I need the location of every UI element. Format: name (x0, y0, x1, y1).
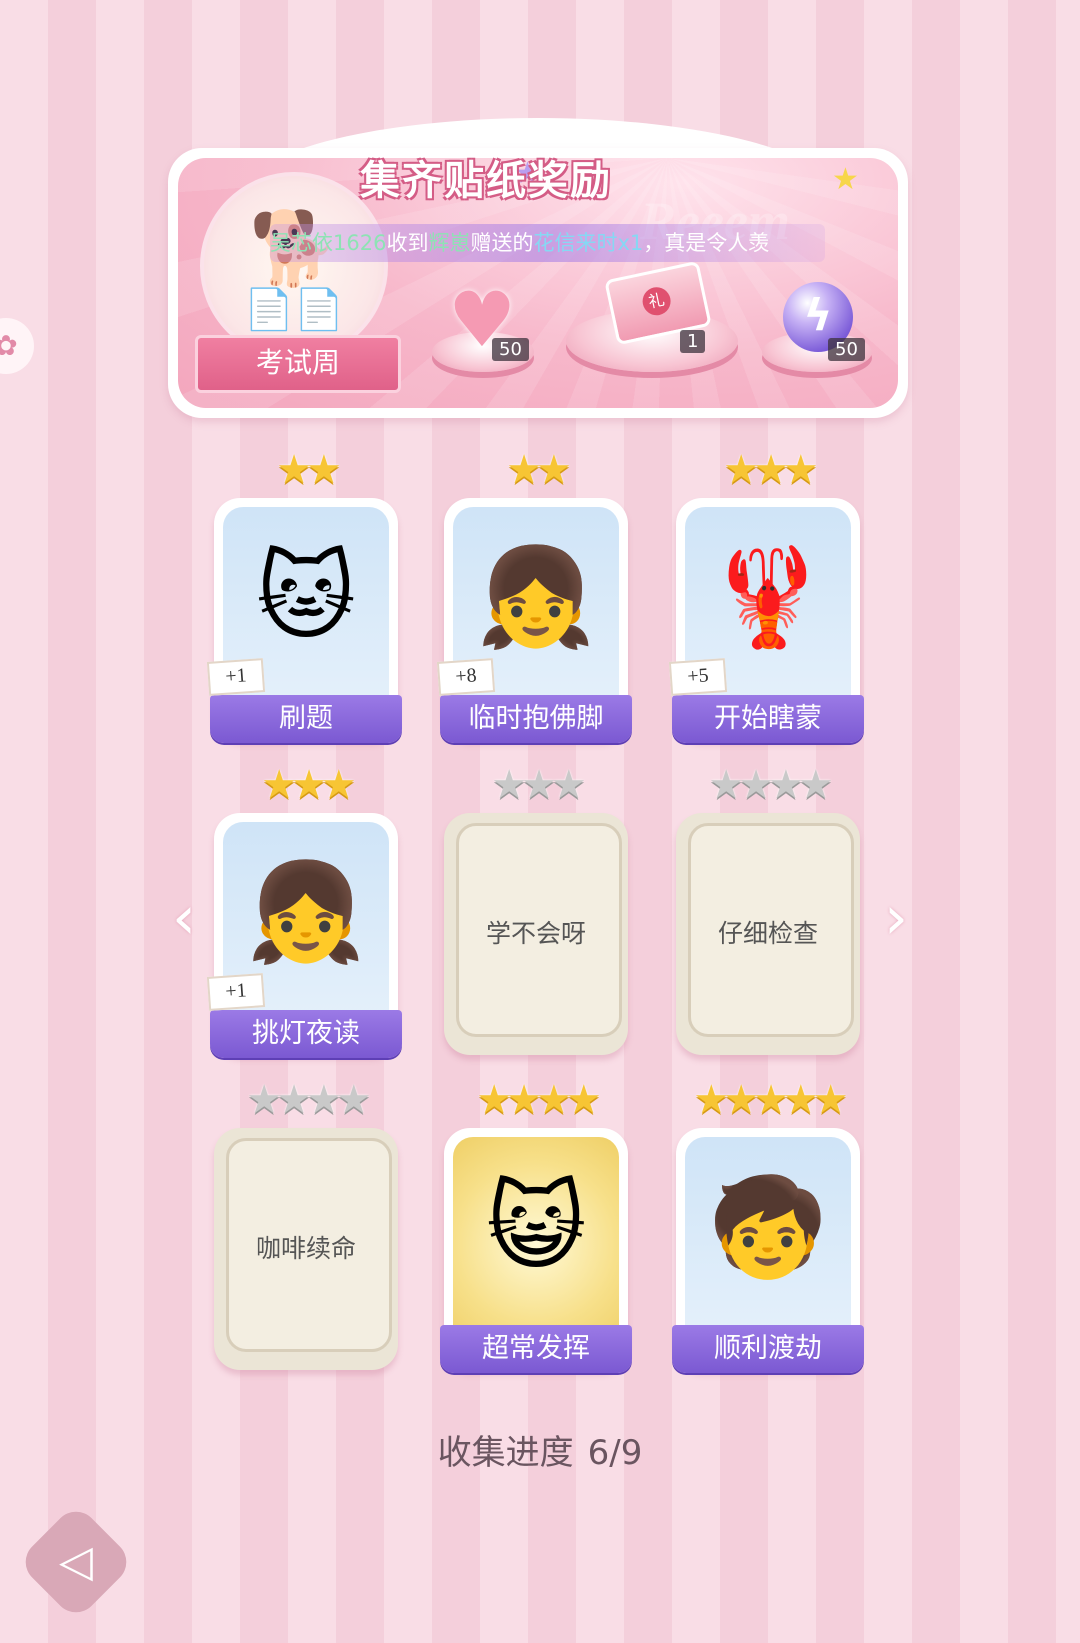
star-icon: ★ (812, 1077, 849, 1123)
star-icon: ★ (753, 447, 789, 493)
sticker-card[interactable]: 咖啡续命 ★★★★ (214, 1078, 398, 1370)
card-label: 开始瞎蒙 (672, 695, 864, 743)
star-icon: ★ (291, 762, 327, 808)
card-art: 🧒 (685, 1137, 851, 1351)
sticker-card[interactable]: 仔细检查 ★★★★ (676, 763, 860, 1055)
star-icon: ★ (797, 762, 834, 808)
next-page-arrow[interactable]: › (876, 888, 916, 950)
star-rating: ★★★ (214, 763, 398, 807)
theme-label: 考试周 (195, 335, 401, 393)
count-tag: +1 (206, 658, 266, 696)
card-label: 临时抱佛脚 (440, 695, 632, 743)
sticker-card[interactable]: 👧 临时抱佛脚 +8 ★★ (436, 448, 632, 743)
star-icon: ★ (565, 1077, 602, 1123)
sticker-card[interactable]: 🦞 开始瞎蒙 +5 ★★★ (668, 448, 864, 743)
count-tag: +8 (436, 658, 496, 696)
cat-pencils-icon: 😺 (485, 1171, 587, 1283)
star-icon: ★ (693, 1077, 729, 1123)
star-rating: ★★★★★ (676, 1078, 860, 1122)
star-icon: ★ (476, 1077, 512, 1123)
marquee-gave: 赠送的 (470, 231, 534, 255)
star-icon: ★ (782, 447, 819, 493)
star-icon: ★ (536, 447, 572, 493)
star-icon: ★ (782, 1077, 819, 1123)
star-rating: ★★★ (444, 763, 628, 807)
star-icon: ★ (276, 1077, 312, 1123)
star-icon: ★ (536, 1077, 572, 1123)
star-icon: ★ (320, 762, 357, 808)
star-rating: ★★★★ (214, 1078, 398, 1122)
girl-pen-icon: 🧒 (708, 1171, 828, 1283)
star-icon: ★ (708, 762, 744, 808)
star-icon: ★ (521, 762, 557, 808)
star-icon: ★ (723, 1077, 759, 1123)
marquee-sender: 辉崽 (428, 231, 471, 255)
reward-count: 50 (492, 338, 529, 361)
sticker-card[interactable]: 🐱 刷题 +1 ★★ (206, 448, 402, 743)
sticker-card[interactable]: 😺 超常发挥 ★★★★ (440, 1078, 632, 1373)
star-rating: ★★★ (676, 448, 860, 492)
papers-icon: 📄📄 (244, 287, 344, 333)
star-icon: ★ (738, 762, 774, 808)
theme-image: 🐕 📄📄 (200, 172, 388, 360)
star-icon: ★ (335, 1077, 372, 1123)
card-label: 超常发挥 (440, 1325, 632, 1373)
star-icon: ★ (768, 762, 804, 808)
broadcast-marquee: 吴芯依1626收到辉崽赠送的花信来时x1，真是令人羡 (270, 224, 825, 262)
banner-title: 集齐贴纸奖励 (360, 157, 612, 204)
card-label: 挑灯夜读 (210, 1010, 402, 1058)
sticker-card[interactable]: 🧒 顺利渡劫 ★★★★★ (672, 1078, 864, 1373)
side-menu-tab[interactable]: ✿ (0, 318, 34, 374)
progress-label: 收集进度 (437, 1433, 574, 1473)
star-icon: ★ (723, 447, 759, 493)
reward-count: 1 (680, 330, 706, 353)
star-rating: ★★ (214, 448, 398, 492)
flower-icon: ✿ (0, 329, 18, 362)
star-icon: ★ (506, 1077, 542, 1123)
marquee-item: 花信来时x1 (533, 231, 644, 255)
star-icon: ★ (306, 447, 342, 493)
card-label: 刷题 (210, 695, 402, 743)
star-icon: ★ (246, 1077, 282, 1123)
star-rating: ★★★★ (676, 763, 860, 807)
marquee-user: 吴芯依1626 (270, 231, 387, 255)
star-icon: ★ (550, 762, 587, 808)
count-tag: +1 (206, 973, 266, 1011)
marquee-received: 收到 (386, 231, 429, 255)
star-decor-icon: ★ (832, 162, 859, 197)
progress-value: 6/9 (587, 1433, 643, 1473)
star-icon: ★ (491, 762, 527, 808)
locked-card-label: 咖啡续命 (255, 1234, 356, 1263)
star-icon: ★ (753, 1077, 789, 1123)
sticker-card[interactable]: 👧 挑灯夜读 +1 ★★★ (206, 763, 402, 1058)
star-icon: ★ (306, 1077, 342, 1123)
star-rating: ★★★★ (444, 1078, 628, 1122)
back-arrow-icon[interactable]: ◁ (34, 1520, 118, 1604)
prev-page-arrow[interactable]: ‹ (164, 888, 204, 950)
locked-card-label: 学不会呀 (485, 919, 586, 948)
locked-card-label: 仔细检查 (717, 919, 818, 948)
sticker-card[interactable]: 学不会呀 ★★★ (444, 763, 628, 1055)
card-art: 😺 (453, 1137, 619, 1351)
reward-count: 50 (828, 338, 865, 361)
count-tag: +5 (668, 658, 728, 696)
star-icon: ★ (276, 447, 312, 493)
star-icon: ★ (261, 762, 297, 808)
star-icon: ★ (506, 447, 542, 493)
card-label: 顺利渡劫 (672, 1325, 864, 1373)
collection-progress: 收集进度 6/9 (0, 1425, 1080, 1474)
star-rating: ★★ (444, 448, 628, 492)
marquee-tail: ，真是令人羡 (643, 231, 770, 255)
